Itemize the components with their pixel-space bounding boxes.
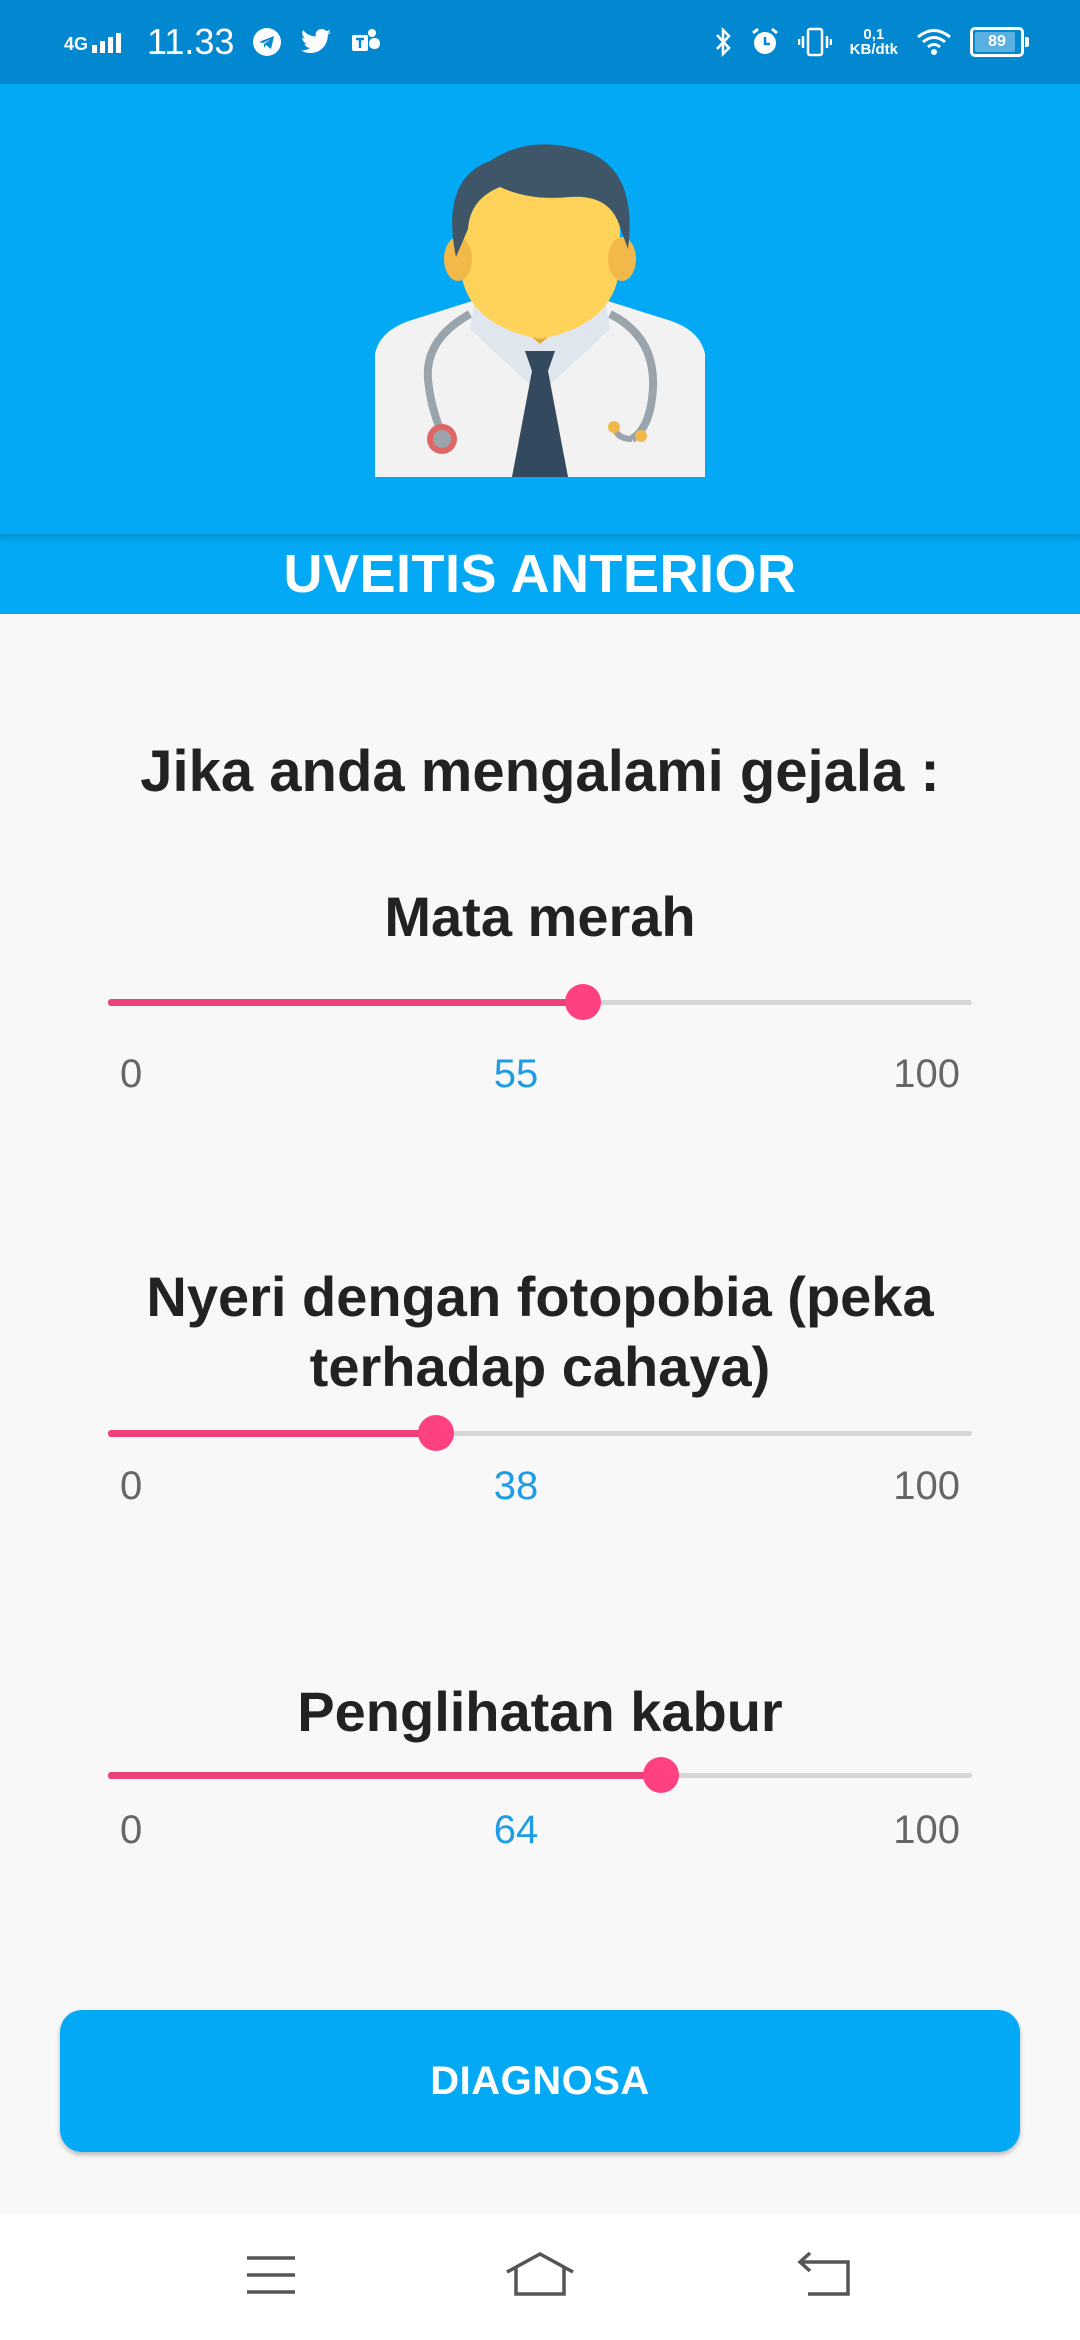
slider-mata-merah[interactable] (108, 982, 972, 1022)
battery-level: 89 (988, 33, 1006, 50)
slider-thumb[interactable] (642, 1757, 679, 1793)
status-right: 0,1 KB/dtk 89 (714, 27, 1029, 57)
vibrate-icon (797, 27, 832, 57)
page-title: UVEITIS ANTERIOR (0, 534, 1080, 614)
scale-max: 100 (893, 1808, 960, 1852)
status-time: 11.33 (147, 21, 235, 62)
symptom-label: Mata merah (384, 885, 696, 948)
scale-value: 64 (493, 1808, 539, 1852)
network-speed: 0,1 KB/dtk (850, 27, 898, 57)
slider-active-track (108, 1772, 661, 1779)
header (0, 84, 1080, 534)
alarm-icon (750, 27, 780, 57)
network-type: 4G (64, 34, 89, 54)
scale-value: 55 (493, 1052, 539, 1096)
scale-nyeri-fotopobia: 0 38 100 (0, 1464, 1080, 1514)
telegram-icon (252, 27, 282, 57)
bluetooth-icon (714, 27, 732, 57)
scale-penglihatan-kabur: 0 64 100 (0, 1808, 1080, 1858)
scale-mata-merah: 0 55 100 (0, 1052, 1080, 1102)
home-icon[interactable] (504, 2250, 576, 2305)
symptom-label: Nyeri dengan fotopobia (peka terhadap ca… (146, 1265, 934, 1398)
slider-active-track (108, 1430, 437, 1437)
speed-unit: KB/dtk (849, 41, 898, 58)
scale-max: 100 (893, 1052, 960, 1096)
battery-icon: 89 (970, 27, 1029, 57)
status-left: 4G 11.33 (64, 21, 382, 63)
slider-nyeri-fotopobia[interactable] (108, 1413, 972, 1453)
slider-penglihatan-kabur[interactable] (108, 1755, 972, 1795)
signal-icon (92, 31, 122, 53)
teams-icon (350, 28, 382, 56)
scale-max: 100 (893, 1464, 960, 1508)
symptom-label: Penglihatan kabur (297, 1680, 783, 1743)
doctor-avatar-icon (370, 139, 710, 484)
symptom-nyeri-fotopobia: Nyeri dengan fotopobia (peka terhadap ca… (0, 1262, 1080, 1402)
scale-value: 38 (493, 1464, 539, 1508)
slider-active-track (108, 999, 584, 1006)
wifi-icon (916, 28, 952, 56)
diagnosa-button[interactable]: DIAGNOSA (60, 2010, 1020, 2152)
status-bar: 4G 11.33 0,1 KB/dtk 89 (0, 0, 1080, 84)
back-icon[interactable] (796, 2250, 852, 2305)
menu-icon[interactable] (244, 2250, 298, 2305)
network-indicator: 4G (64, 31, 122, 54)
twitter-icon (300, 28, 332, 56)
slider-thumb[interactable] (418, 1415, 455, 1451)
slider-thumb[interactable] (565, 984, 602, 1020)
symptom-penglihatan-kabur: Penglihatan kabur (0, 1677, 1080, 1747)
symptom-mata-merah: Mata merah (0, 882, 1080, 952)
symptom-prompt: Jika anda mengalami gejala : (140, 739, 940, 804)
navigation-bar (0, 2214, 1080, 2340)
